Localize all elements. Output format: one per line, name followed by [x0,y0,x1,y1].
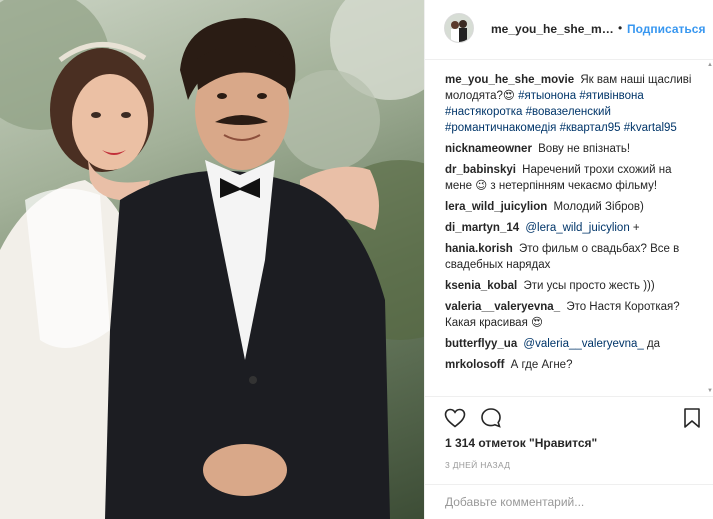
hashtag[interactable]: #квартал95 [560,122,621,134]
likes-count[interactable]: 1 314 отметок "Нравится" [445,436,597,450]
comment-item: nicknameowner Вову не впізнать! [445,141,700,157]
caption: me_you_he_she_movie Як вам наші щасливі … [445,72,700,136]
instagram-post: me_you_he_she_mo... • Подписаться me_you… [0,0,713,519]
avatar[interactable] [444,13,474,43]
comment-text: А где Агне? [510,359,573,371]
comment-username[interactable]: valeria__valeryevna_ [445,301,560,313]
comment-username[interactable]: nicknameowner [445,143,532,155]
comment-username[interactable]: butterflyy_ua [445,338,517,350]
speech-bubble-icon [481,408,501,428]
hashtag[interactable]: #вовазеленский [526,106,611,118]
comment-item: mrkolosoff А где Агне? [445,357,700,373]
post-header: me_you_he_she_mo... • Подписаться [425,0,713,60]
caption-username[interactable]: me_you_he_she_movie [445,74,574,86]
follow-button[interactable]: Подписаться [627,22,705,36]
comment-username[interactable]: dr_babinskyi [445,164,516,176]
comment-item: di_martyn_14 @lera_wild_juicylion + [445,220,700,236]
save-button[interactable] [680,406,704,430]
comment-text: Эти усы просто жесть ))) [523,280,655,292]
wedding-couple-photo [0,0,424,519]
scroll-down-arrow-icon[interactable]: ▼ [707,388,713,394]
comment-username[interactable]: mrkolosoff [445,359,504,371]
hashtag[interactable]: #ятыонона [518,90,576,102]
post-username[interactable]: me_you_he_she_mo... [491,22,616,36]
separator-dot: • [618,21,623,35]
comment-username[interactable]: lera_wild_juicylion [445,201,547,213]
comment-text: Вову не впізнать! [538,143,631,155]
comment-username[interactable]: ksenia_kobal [445,280,517,292]
hashtag[interactable]: #настякоротка [445,106,522,118]
comments-list: me_you_he_she_movie Як вам наші щасливі … [445,72,700,390]
post-photo[interactable] [0,0,424,519]
comments-scrollbar[interactable]: ▲ ▼ [707,62,713,394]
scroll-up-arrow-icon[interactable]: ▲ [707,62,713,68]
comment-item: dr_babinskyi Наречений трохи схожий на м… [445,162,700,194]
add-comment-input[interactable] [445,493,695,511]
comment-item: ksenia_kobal Эти усы просто жесть ))) [445,278,700,294]
comment-item: valeria__valeryevna_ Это Настя Короткая?… [445,299,700,331]
hashtag[interactable]: #kvartal95 [624,122,677,134]
comment-button[interactable] [479,406,503,430]
comment-item: hania.korish Это фильм о свадьбах? Все в… [445,241,700,273]
hashtag[interactable]: #ятивінвона [579,90,643,102]
comment-username[interactable]: di_martyn_14 [445,222,519,234]
like-button[interactable] [443,406,467,430]
hashtag[interactable]: #романтичнакомедія [445,122,556,134]
add-comment-section [425,484,713,519]
post-sidebar: me_you_he_she_mo... • Подписаться me_you… [424,0,713,519]
comment-mention[interactable]: @lera_wild_juicylion [525,222,629,234]
comment-text: Молодий Зібров) [553,201,644,213]
comment-item: butterflyy_ua @valeria__valeryevna_ да [445,336,700,352]
comment-item: lera_wild_juicylion Молодий Зібров) [445,199,700,215]
action-bar [425,396,713,436]
comment-text: да [643,338,661,350]
bookmark-icon [684,408,700,428]
comment-mention[interactable]: @valeria__valeryevna_ [523,338,643,350]
post-timestamp[interactable]: 3 ДНЕЙ НАЗАД [445,460,510,470]
comment-username[interactable]: hania.korish [445,243,513,255]
comment-text: + [629,222,640,234]
heart-outline-icon [444,408,466,428]
avatar-image [445,14,473,42]
